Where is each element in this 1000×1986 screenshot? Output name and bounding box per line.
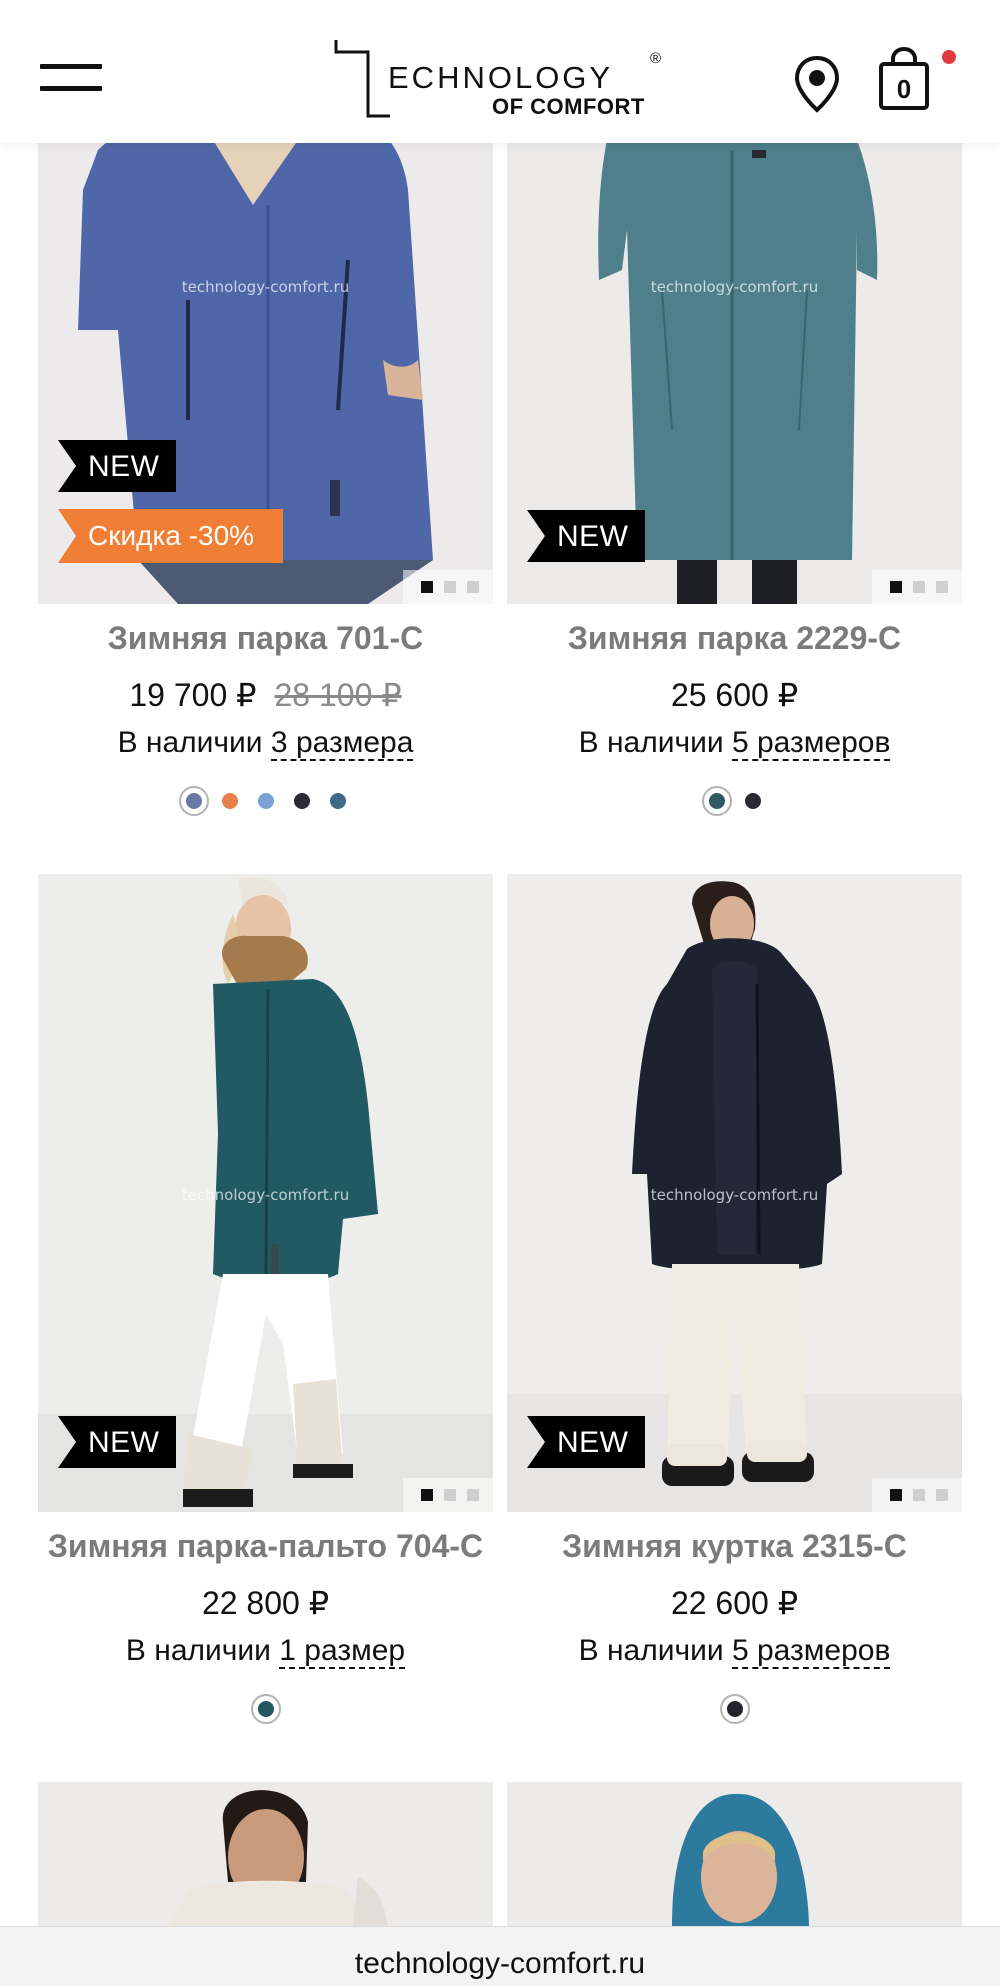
sizes-link[interactable]: 3 размера — [270, 726, 414, 761]
new-badge: NEW — [58, 1416, 176, 1468]
availability: В наличии 5 размеров — [507, 1634, 962, 1669]
price-row: 22 600 ₽ — [507, 1584, 962, 1622]
sizes-link[interactable]: 5 размеров — [731, 726, 891, 761]
product-old-price: 28 100 ₽ — [274, 677, 402, 713]
hamburger-menu-icon[interactable] — [40, 60, 104, 96]
product-image[interactable] — [38, 1782, 493, 1926]
new-badge-label: NEW — [88, 1426, 160, 1459]
product-image[interactable]: technology-comfort.ru NEW — [38, 874, 493, 1512]
availability-label: В наличии — [117, 726, 263, 759]
price-row: 22 800 ₽ — [38, 1584, 493, 1622]
product-price: 25 600 ₽ — [670, 677, 799, 713]
color-swatches — [507, 786, 962, 816]
image-slider-dots[interactable] — [403, 570, 493, 604]
browser-url: technology-comfort.ru — [354, 1947, 646, 1980]
color-swatch[interactable] — [719, 1694, 750, 1724]
watermark: technology-comfort.ru — [181, 1186, 350, 1204]
watermark: technology-comfort.ru — [650, 1186, 819, 1204]
watermark: technology-comfort.ru — [650, 278, 819, 296]
new-badge: NEW — [527, 510, 645, 562]
product-title[interactable]: Зимняя парка 701-С — [38, 620, 493, 657]
color-swatch[interactable] — [701, 786, 732, 816]
product-title[interactable]: Зимняя куртка 2315-С — [507, 1528, 962, 1565]
cart-count: 0 — [896, 74, 912, 104]
browser-address-bar[interactable]: technology-comfort.ru — [0, 1926, 1000, 1986]
product-price: 19 700 ₽ — [129, 677, 257, 713]
color-swatch[interactable] — [251, 786, 281, 816]
logo-registered-mark: ® — [650, 50, 662, 67]
new-badge-label: NEW — [557, 1426, 629, 1459]
color-swatch[interactable] — [215, 786, 245, 816]
site-logo[interactable]: ECHNOLOGY ® OF COMFORT — [332, 36, 668, 120]
product-price: 22 600 ₽ — [670, 1585, 799, 1621]
availability-label: В наличии — [578, 1634, 724, 1667]
price-row: 19 700 ₽ 28 100 ₽ — [38, 676, 493, 714]
watermark: technology-comfort.ru — [181, 278, 350, 296]
availability-label: В наличии — [578, 726, 724, 759]
image-slider-dots[interactable] — [403, 1478, 493, 1512]
availability: В наличии 1 размер — [38, 1634, 493, 1669]
logo-subtitle: OF COMFORT — [492, 94, 645, 119]
color-swatch[interactable] — [287, 786, 317, 816]
availability: В наличии 3 размера — [38, 726, 493, 761]
image-slider-dots[interactable] — [872, 570, 962, 604]
location-pin-icon[interactable] — [792, 54, 842, 114]
product-title[interactable]: Зимняя парка 2229-С — [507, 620, 962, 657]
new-badge-label: NEW — [88, 450, 160, 483]
cart-button[interactable]: 0 — [876, 46, 932, 112]
color-swatch[interactable] — [250, 1694, 281, 1724]
new-badge: NEW — [527, 1416, 645, 1468]
product-title[interactable]: Зимняя парка-пальто 704-С — [38, 1528, 493, 1565]
cart-notification-dot — [942, 50, 956, 64]
color-swatch[interactable] — [178, 786, 209, 816]
sizes-link[interactable]: 1 размер — [279, 1634, 406, 1669]
site-header: ECHNOLOGY ® OF COMFORT 0 — [0, 0, 1000, 143]
availability-label: В наличии — [125, 1634, 271, 1667]
product-image[interactable] — [507, 1782, 962, 1926]
product-image[interactable]: technology-comfort.ru NEW — [507, 874, 962, 1512]
price-row: 25 600 ₽ — [507, 676, 962, 714]
new-badge-label: NEW — [557, 520, 629, 553]
sizes-link[interactable]: 5 размеров — [731, 1634, 891, 1669]
discount-badge: Скидка -30% — [58, 509, 283, 563]
new-badge: NEW — [58, 440, 176, 492]
color-swatches — [38, 786, 493, 816]
color-swatch[interactable] — [323, 786, 353, 816]
availability: В наличии 5 размеров — [507, 726, 962, 761]
product-price: 22 800 ₽ — [201, 1585, 330, 1621]
image-slider-dots[interactable] — [872, 1478, 962, 1512]
color-swatches — [507, 1694, 962, 1724]
color-swatch[interactable] — [738, 786, 768, 816]
discount-badge-label: Скидка -30% — [88, 520, 255, 551]
logo-wordmark: ECHNOLOGY — [388, 60, 614, 95]
color-swatches — [38, 1694, 493, 1724]
